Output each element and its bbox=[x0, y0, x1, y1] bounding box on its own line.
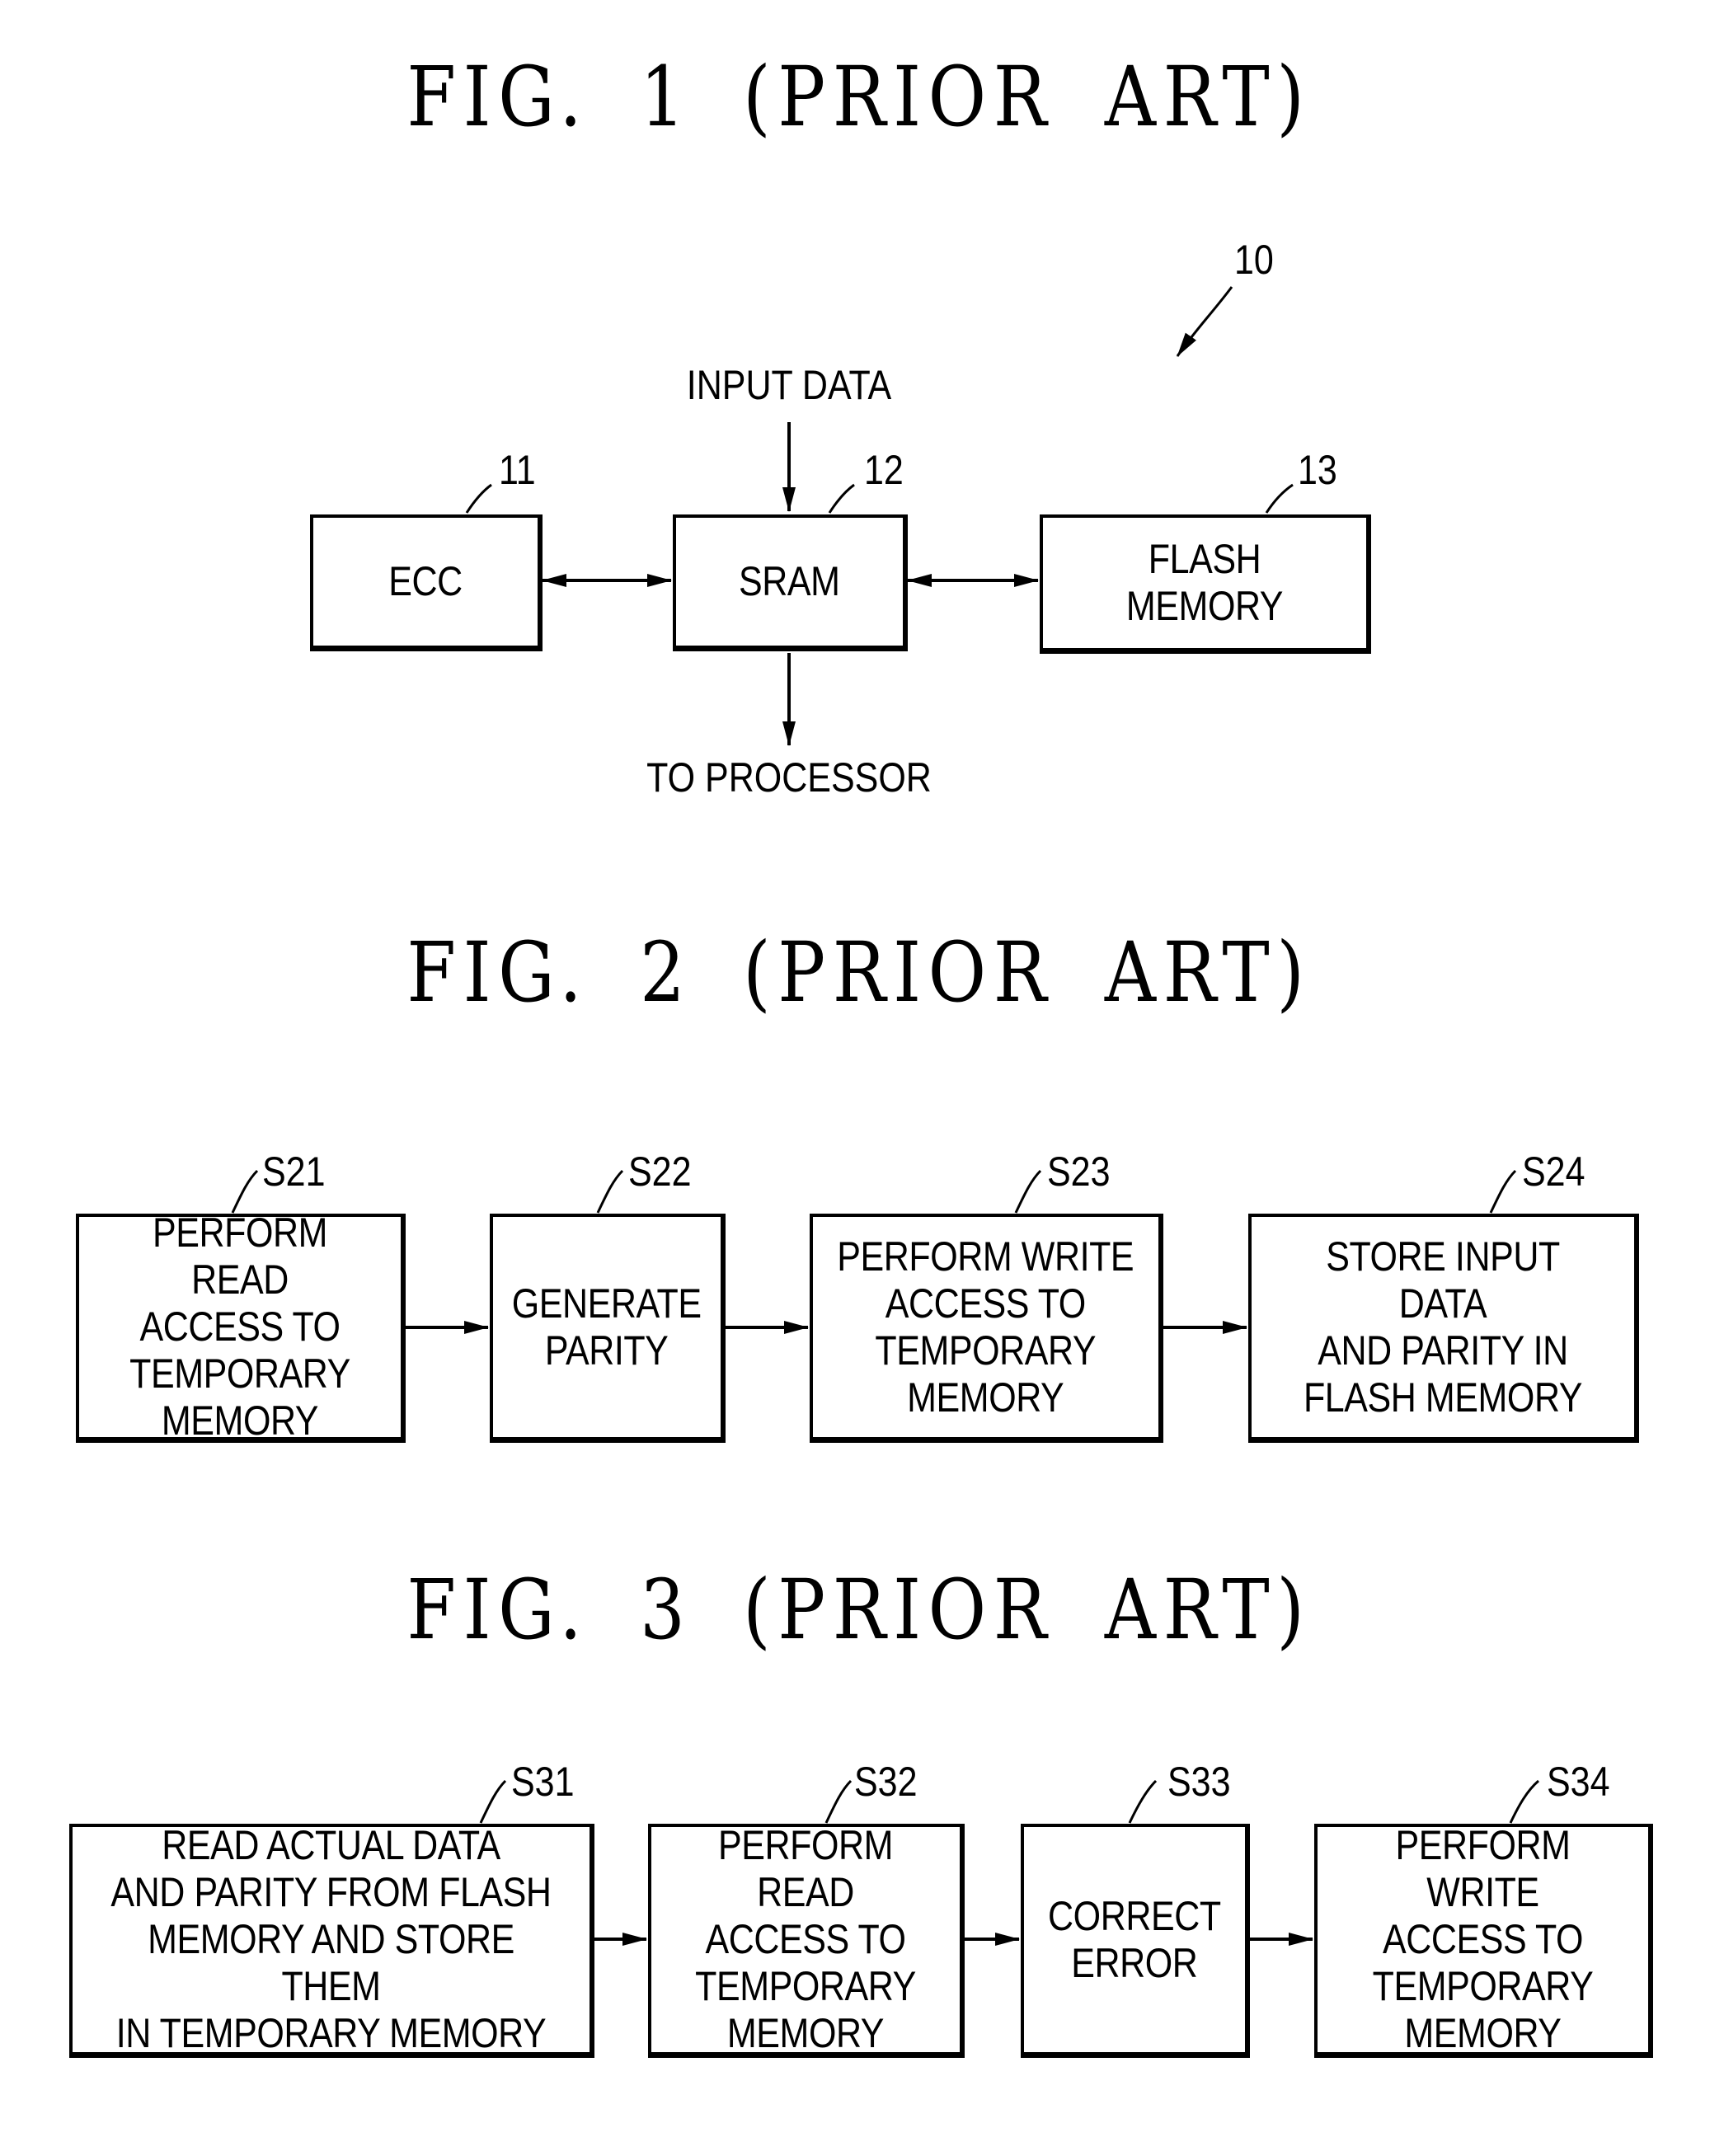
step-ref-s24: S24 bbox=[1522, 1148, 1585, 1195]
leader-s34 bbox=[1509, 1779, 1539, 1824]
leader-s22 bbox=[596, 1169, 624, 1214]
step-ref-s23: S23 bbox=[1047, 1148, 1111, 1195]
step-text-s33: CORRECT ERROR bbox=[1048, 1892, 1221, 1986]
leader-s24 bbox=[1489, 1169, 1517, 1214]
leader-s23 bbox=[1014, 1169, 1042, 1214]
reference-label-10: 10 bbox=[1234, 237, 1274, 283]
reference-label-13: 13 bbox=[1298, 447, 1337, 493]
step-box-s33: CORRECT ERROR bbox=[1021, 1824, 1250, 2058]
reference-10-arrow bbox=[1176, 286, 1233, 357]
input-data-label: INPUT DATA bbox=[686, 362, 892, 408]
step-text-s21: PERFORM READ ACCESS TO TEMPORARY MEMORY bbox=[129, 1210, 350, 1444]
flash-memory-block-label: FLASH MEMORY bbox=[1125, 536, 1284, 629]
step-text-s34: PERFORM WRITE ACCESS TO TEMPORARY MEMORY bbox=[1372, 1822, 1594, 2056]
step-box-s22: GENERATE PARITY bbox=[490, 1214, 726, 1443]
leader-s33 bbox=[1128, 1779, 1158, 1824]
to-processor-label: TO PROCESSOR bbox=[646, 754, 932, 801]
step-ref-s34: S34 bbox=[1547, 1759, 1610, 1805]
sram-block: SRAM bbox=[673, 514, 908, 651]
leader-s32 bbox=[824, 1779, 853, 1824]
step-box-s32: PERFORM READ ACCESS TO TEMPORARY MEMORY bbox=[648, 1822, 965, 2058]
reference-label-12: 12 bbox=[864, 447, 904, 493]
step-text-s32: PERFORM READ ACCESS TO TEMPORARY MEMORY bbox=[695, 1822, 916, 2056]
leader-12 bbox=[828, 483, 855, 514]
leader-11 bbox=[465, 483, 492, 514]
reference-label-11: 11 bbox=[499, 447, 536, 493]
step-ref-s31: S31 bbox=[511, 1759, 575, 1805]
step-box-s23: PERFORM WRITE ACCESS TO TEMPORARY MEMORY bbox=[810, 1214, 1163, 1443]
step-ref-s33: S33 bbox=[1167, 1759, 1231, 1805]
step-ref-s32: S32 bbox=[854, 1759, 918, 1805]
step-box-s34: PERFORM WRITE ACCESS TO TEMPORARY MEMORY bbox=[1314, 1822, 1653, 2058]
leader-13 bbox=[1265, 483, 1294, 514]
leader-s31 bbox=[479, 1779, 507, 1824]
step-text-s22: GENERATE PARITY bbox=[512, 1280, 702, 1374]
fig3-title: FIG. 3 (PRIOR ART) bbox=[406, 1562, 1312, 1658]
fig1-title: FIG. 1 (PRIOR ART) bbox=[406, 49, 1312, 145]
ecc-block-label: ECC bbox=[388, 558, 463, 604]
leader-s21 bbox=[231, 1169, 259, 1214]
sram-block-label: SRAM bbox=[739, 558, 840, 604]
step-text-s31: READ ACTUAL DATA AND PARITY FROM FLASH M… bbox=[110, 1822, 552, 2056]
step-text-s23: PERFORM WRITE ACCESS TO TEMPORARY MEMORY bbox=[837, 1233, 1134, 1421]
step-box-s31: READ ACTUAL DATA AND PARITY FROM FLASH M… bbox=[69, 1822, 594, 2058]
step-box-s24: STORE INPUT DATA AND PARITY IN FLASH MEM… bbox=[1248, 1214, 1639, 1443]
ecc-block: ECC bbox=[310, 514, 543, 651]
step-ref-s21: S21 bbox=[262, 1148, 326, 1195]
step-ref-s22: S22 bbox=[628, 1148, 692, 1195]
step-text-s24: STORE INPUT DATA AND PARITY IN FLASH MEM… bbox=[1303, 1233, 1583, 1421]
step-box-s21: PERFORM READ ACCESS TO TEMPORARY MEMORY bbox=[76, 1210, 406, 1444]
flash-memory-block: FLASH MEMORY bbox=[1040, 514, 1371, 654]
fig2-title: FIG. 2 (PRIOR ART) bbox=[406, 924, 1312, 1021]
